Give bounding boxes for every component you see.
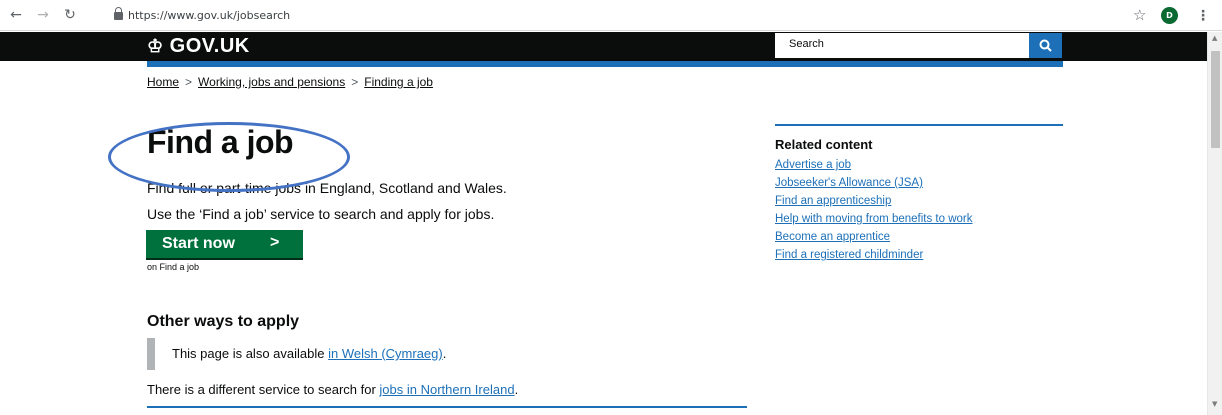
search-placeholder: Search	[789, 38, 824, 50]
northern-ireland-notice: There is a different service to search f…	[147, 382, 518, 397]
related-link-jsa[interactable]: Jobseeker's Allowance (JSA)	[775, 177, 923, 189]
ni-notice-text: There is a different service to search f…	[147, 382, 380, 397]
related-link-advertise-a-job[interactable]: Advertise a job	[775, 159, 851, 171]
related-content-heading: Related content	[775, 137, 873, 152]
site-header: ♔ GOV.UK Search	[0, 32, 1207, 61]
related-link-benefits-to-work[interactable]: Help with moving from benefits to work	[775, 213, 973, 225]
breadcrumb-finding-a-job[interactable]: Finding a job	[364, 75, 433, 89]
service-instruction: Use the ‘Find a job’ service to search a…	[147, 206, 495, 222]
welsh-notice-text: This page is also available	[172, 346, 329, 361]
list-item: Help with moving from benefits to work	[775, 213, 1063, 231]
start-button-context: on Find a job	[147, 262, 200, 272]
reload-icon[interactable]: ↻	[60, 5, 80, 25]
chevron-right-icon: >	[270, 234, 280, 251]
welsh-inset: This page is also available in Welsh (Cy…	[147, 338, 607, 370]
scroll-up-icon[interactable]: ▲	[1212, 34, 1217, 42]
breadcrumb-working-jobs-pensions[interactable]: Working, jobs and pensions	[198, 75, 345, 89]
related-link-childminder[interactable]: Find a registered childminder	[775, 249, 923, 261]
welsh-notice-suffix: .	[442, 346, 447, 361]
address-bar[interactable]: https://www.gov.uk/jobsearch	[114, 5, 1114, 26]
search-input[interactable]: Search	[775, 33, 1029, 58]
page-scrollbar[interactable]: ▲ ▼	[1207, 32, 1222, 415]
annotation-ellipse	[108, 122, 350, 192]
start-now-button[interactable]: Start now >	[146, 230, 303, 258]
ni-notice-suffix: .	[514, 382, 519, 397]
breadcrumb-separator: >	[351, 75, 359, 89]
related-link-find-apprenticeship[interactable]: Find an apprenticeship	[775, 195, 891, 207]
welsh-link[interactable]: in Welsh (Cymraeg)	[328, 346, 443, 361]
lock-icon	[114, 7, 123, 20]
scroll-down-icon[interactable]: ▼	[1212, 400, 1217, 408]
list-item: Find an apprenticeship	[775, 195, 1063, 213]
northern-ireland-link[interactable]: jobs in Northern Ireland	[379, 382, 514, 397]
related-content: Related content Advertise a job Jobseeke…	[775, 124, 1063, 267]
welsh-notice: This page is also available in Welsh (Cy…	[172, 346, 446, 361]
breadcrumb-home[interactable]: Home	[147, 75, 179, 89]
forward-icon[interactable]: →	[33, 5, 53, 25]
more-menu-icon[interactable]: ⋮	[1196, 6, 1210, 26]
start-now-label: Start now	[162, 235, 235, 252]
search-icon	[1039, 39, 1052, 52]
crown-icon: ♔	[147, 36, 164, 56]
profile-avatar[interactable]: D	[1161, 7, 1178, 24]
govuk-logo-link[interactable]: ♔ GOV.UK	[147, 35, 250, 58]
breadcrumb: Home > Working, jobs and pensions > Finding …	[147, 75, 433, 89]
related-link-become-apprentice[interactable]: Become an apprentice	[775, 231, 890, 243]
list-item: Find a registered childminder	[775, 249, 1063, 267]
search-button[interactable]	[1029, 33, 1062, 58]
browser-toolbar: ← → ↻ https://www.gov.uk/jobsearch ☆ D ⋮	[0, 0, 1222, 31]
logo-text: GOV.UK	[169, 35, 250, 57]
other-ways-heading: Other ways to apply	[147, 313, 300, 330]
list-item: Become an apprentice	[775, 231, 1063, 249]
breadcrumb-separator: >	[185, 75, 193, 89]
bookmark-star-icon[interactable]: ☆	[1133, 5, 1146, 25]
back-icon[interactable]: ←	[6, 5, 26, 25]
list-item: Advertise a job	[775, 159, 1063, 177]
scroll-thumb[interactable]	[1211, 51, 1220, 148]
url-text: https://www.gov.uk/jobsearch	[128, 9, 291, 22]
section-divider	[147, 406, 747, 408]
list-item: Jobseeker's Allowance (JSA)	[775, 177, 1063, 195]
header-accent-bar	[147, 61, 1063, 67]
related-links-list: Advertise a job Jobseeker's Allowance (J…	[775, 159, 1063, 267]
